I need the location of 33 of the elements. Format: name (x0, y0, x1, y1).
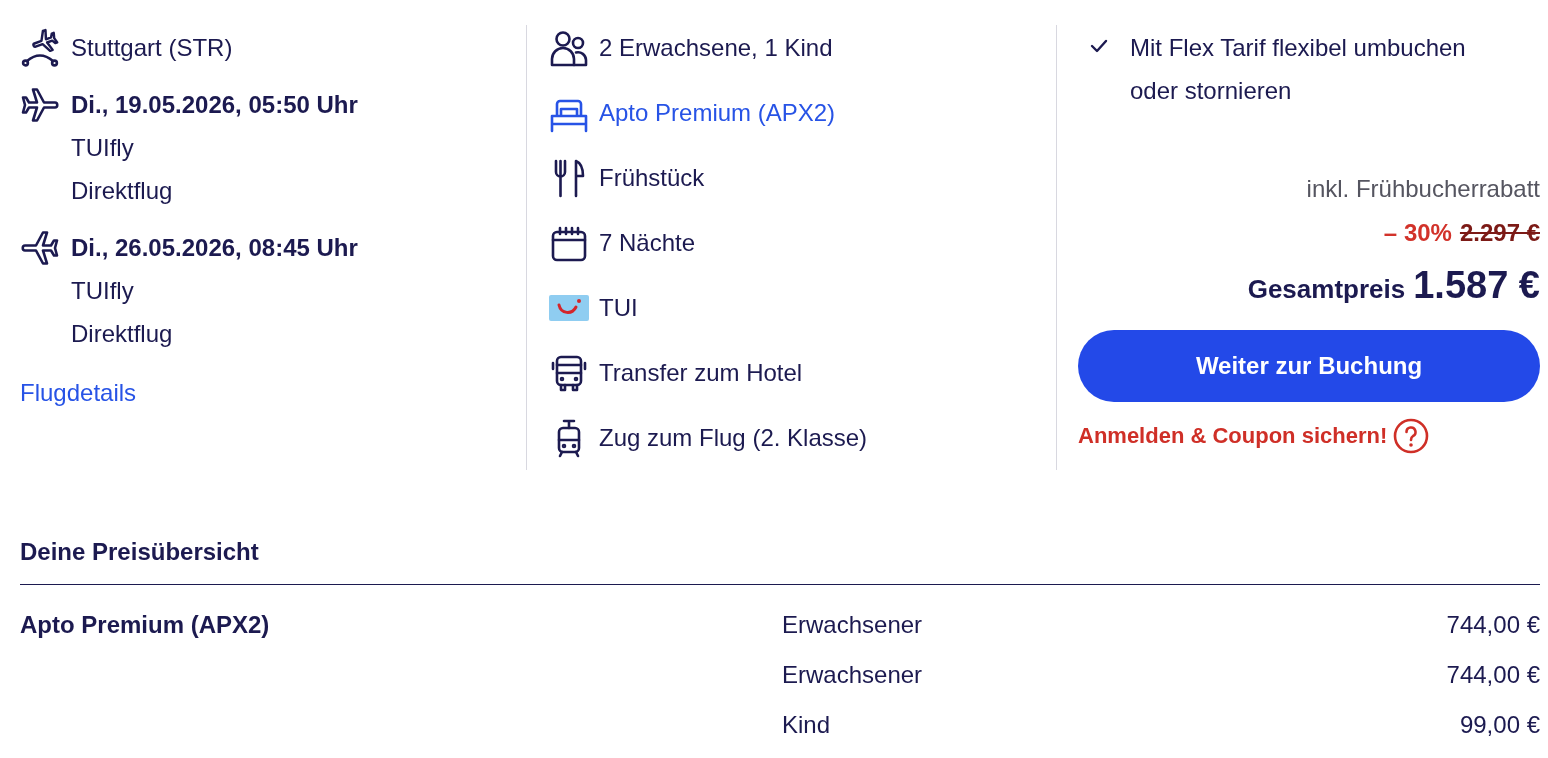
price-amount: 744,00 € (1446, 611, 1540, 638)
booking-button[interactable]: Weiter zur Buchung (1078, 330, 1540, 402)
flight-datetime: Di., 19.05.2026, 05:50 Uhr (71, 90, 358, 119)
total-label: Gesamtpreis (1247, 273, 1406, 306)
airport-name: Stuttgart (STR) (71, 33, 233, 62)
operator-label: TUI (599, 293, 638, 322)
flight-type: Direktflug (71, 176, 173, 205)
traveller-type: Kind (782, 711, 831, 738)
airline-name: TUIfly (71, 133, 134, 162)
flight-type: Direktflug (71, 319, 173, 348)
package-name: Apto Premium (APX2) (20, 611, 270, 638)
board-label: Frühstück (599, 163, 705, 192)
flight-datetime: Di., 26.05.2026, 08:45 Uhr (71, 233, 358, 262)
price-amount: 744,00 € (1446, 661, 1540, 688)
old-price: 2.297 € (1459, 218, 1540, 248)
help-icon[interactable] (1393, 418, 1430, 454)
flight-details-link[interactable]: Flugdetails (20, 378, 137, 407)
train-label: Zug zum Flug (2. Klasse) (599, 423, 868, 452)
total-price: 1.587 € (1413, 263, 1540, 308)
plane-route-icon (20, 27, 60, 68)
section-heading: Deine Preisübersicht (20, 534, 1540, 585)
nights-label: 7 Nächte (599, 228, 696, 257)
transfer-label: Transfer zum Hotel (599, 358, 803, 387)
traveller-type: Erwachsener (782, 611, 923, 638)
room-link[interactable]: Apto Premium (APX2) (599, 98, 836, 127)
price-amount: 99,00 € (1459, 711, 1540, 738)
benefit-text: Mit Flex Tarif flexibel umbuchen oder stornieren (1130, 33, 1467, 106)
discount-note: inkl. Frühbucherrabatt (1306, 174, 1540, 204)
travellers-label: 2 Erwachsene, 1 Kind (599, 33, 833, 62)
traveller-type: Erwachsener (782, 661, 923, 688)
airline-name: TUIfly (71, 276, 134, 305)
discount-percent: – 30% (1383, 218, 1452, 248)
coupon-link[interactable]: Anmelden & Coupon sichern! (1078, 423, 1388, 449)
